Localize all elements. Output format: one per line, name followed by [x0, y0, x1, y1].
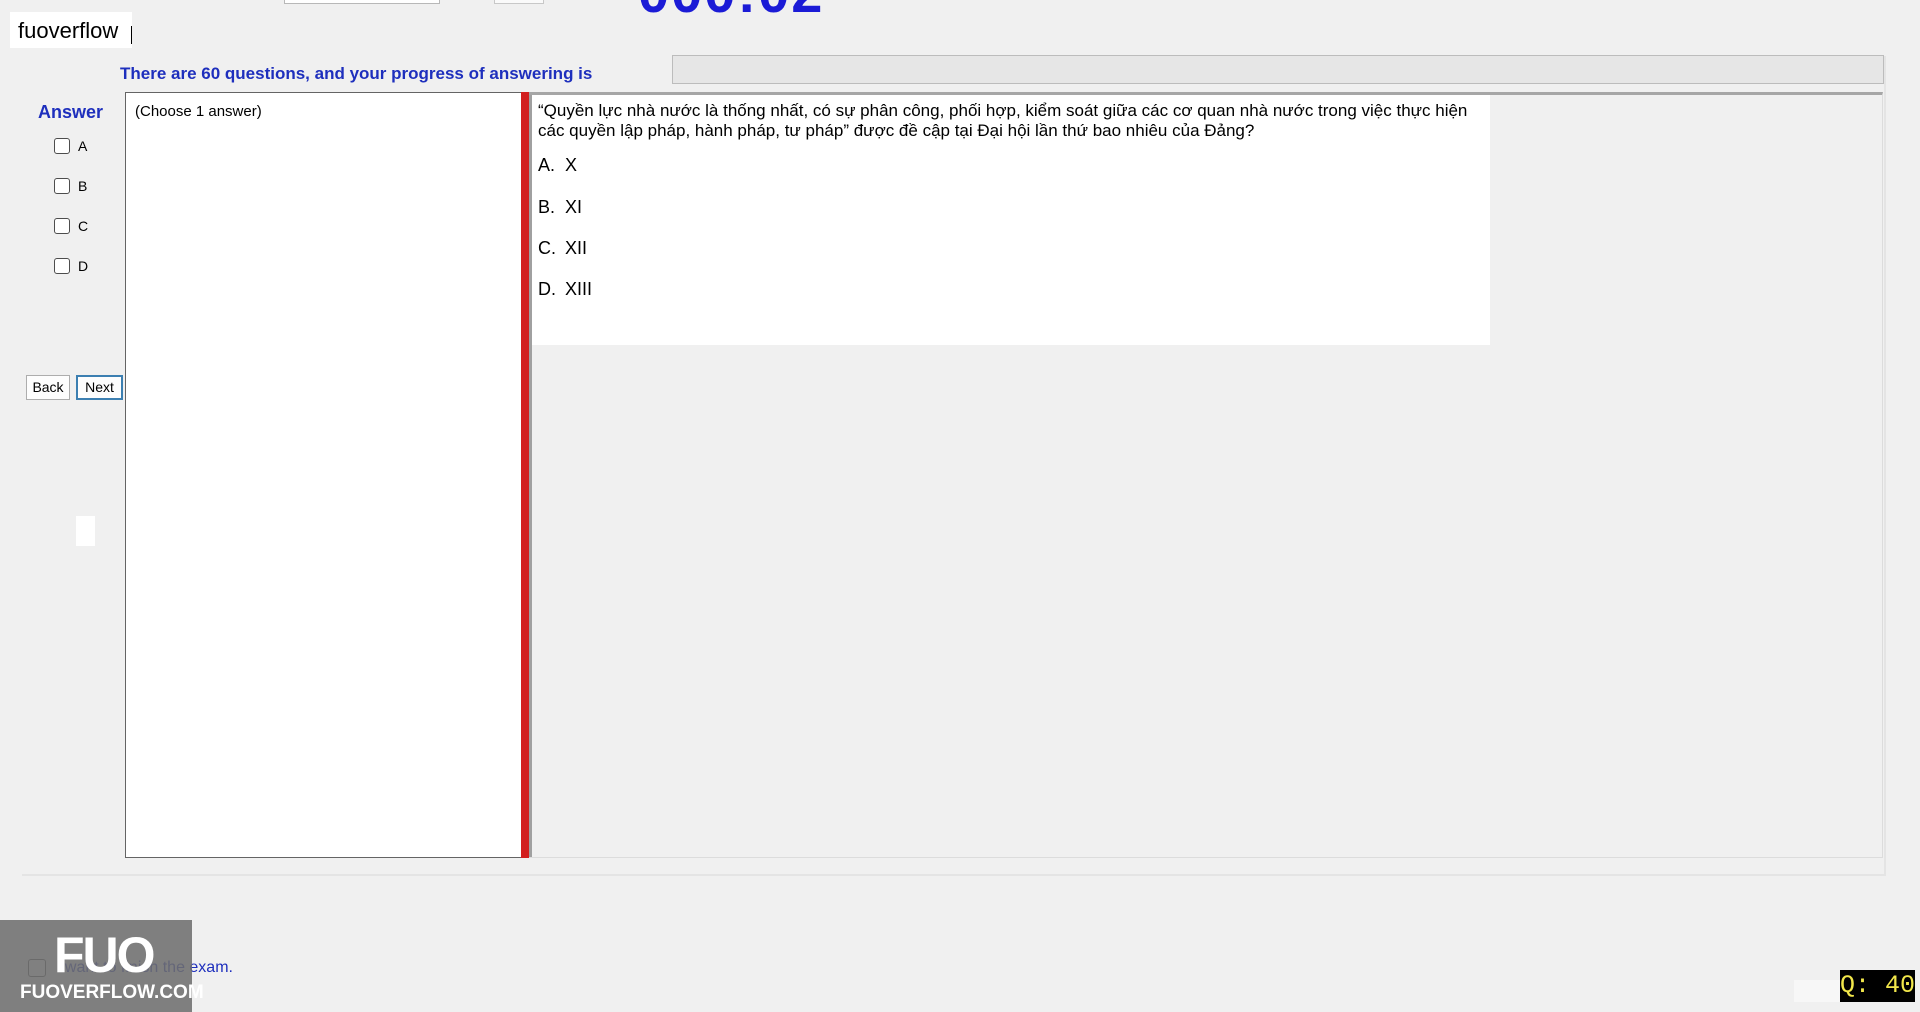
choice-d-text: XIII [565, 279, 593, 299]
logo-mark: FUO [54, 927, 156, 983]
top-button[interactable] [494, 0, 544, 4]
text-caret [131, 26, 133, 44]
fuoverflow-logo: FUO FUOVERFLOW.COM [0, 920, 204, 1012]
choice-c-text: XII [565, 238, 588, 258]
panel-splitter[interactable] [521, 92, 529, 858]
choice-b-letter: B. [538, 197, 556, 217]
choice-a-text: X [565, 155, 578, 175]
back-button[interactable]: Back [26, 375, 70, 400]
answer-option-b[interactable]: B [54, 178, 87, 194]
choice-b: B. XI [538, 197, 582, 218]
answer-hint-box: (Choose 1 answer) [125, 92, 521, 858]
watermark-tag: fuoverflow [10, 12, 133, 48]
choose-hint: (Choose 1 answer) [135, 103, 262, 120]
answer-option-a[interactable]: A [54, 138, 87, 154]
answer-title: Answer [38, 102, 104, 122]
choice-c-letter: C. [538, 238, 556, 258]
choice-d: D. XIII [538, 279, 592, 300]
top-combo-box[interactable] [284, 0, 440, 4]
checkbox-d[interactable] [54, 258, 70, 274]
next-button[interactable]: Next [76, 375, 123, 400]
answer-option-a-label: A [78, 138, 88, 154]
watermark-tag-text: fuoverflow [18, 18, 119, 43]
question-card: “Quyền lực nhà nước là thống nhất, có sự… [532, 95, 1490, 345]
checkbox-a[interactable] [54, 138, 70, 154]
answer-option-c[interactable]: C [54, 218, 88, 234]
badge-backdrop [1794, 980, 1842, 1002]
checkbox-c[interactable] [54, 218, 70, 234]
choice-b-text: XI [565, 197, 583, 217]
question-area: “Quyền lực nhà nước là thống nhất, có sự… [529, 92, 1883, 858]
answer-option-d[interactable]: D [54, 258, 88, 274]
answer-option-b-label: B [78, 178, 88, 194]
checkbox-b[interactable] [54, 178, 70, 194]
question-text: “Quyền lực nhà nước là thống nhất, có sự… [538, 101, 1468, 140]
choice-c: C. XII [538, 238, 587, 259]
choice-a: A. X [538, 155, 577, 176]
question-number-badge: Q: 40 [1840, 970, 1916, 1002]
logo-site: FUOVERFLOW.COM [20, 982, 204, 1003]
choice-a-letter: A. [538, 155, 556, 175]
answer-option-c-label: C [78, 218, 89, 234]
answer-option-d-label: D [78, 258, 89, 274]
exam-timer: 000:02 [638, 0, 824, 25]
hidden-control [76, 516, 95, 546]
progress-bar [672, 55, 1884, 84]
choice-d-letter: D. [538, 279, 556, 299]
progress-label: There are 60 questions, and your progres… [120, 64, 593, 83]
